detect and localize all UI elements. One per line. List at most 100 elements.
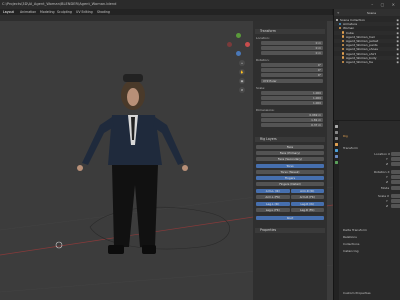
character-model xyxy=(77,74,188,254)
relations-header[interactable]: Relations xyxy=(343,235,357,239)
rig-layer-leg-l-fk[interactable]: Leg.L (FK) xyxy=(256,208,290,213)
visibility-eye-icon[interactable]: ◉ xyxy=(396,60,399,64)
navigation-gizmo[interactable] xyxy=(226,33,250,57)
object-type-icon xyxy=(339,27,342,30)
dimensions-x-field[interactable]: 0.969 m xyxy=(261,113,323,117)
scale-z-field[interactable]: 1.000 xyxy=(261,101,323,105)
pan-icon[interactable]: ✋ xyxy=(239,69,245,75)
rotation-mode-select[interactable]: XYZ Euler xyxy=(261,79,323,83)
transform-section-header[interactable]: Transform xyxy=(343,146,358,150)
outliner: ⏷ Scene Scene Collection ◉ Armature ◉ Woman ◉… xyxy=(333,9,400,120)
scale-z-label: Z xyxy=(386,204,389,208)
rig-layer-face-primary[interactable]: Face (Primary) xyxy=(256,151,324,156)
custom-properties-header[interactable]: Custom Properties xyxy=(343,291,371,295)
rig-layer-torso[interactable]: Torso xyxy=(256,164,324,169)
scale-y-label: Y xyxy=(386,199,388,203)
scale-x-field[interactable]: 1.000 xyxy=(261,91,323,95)
rig-layer-face-secondary[interactable]: Face (Secondary) xyxy=(256,157,324,162)
window-title: C:\Projects\3D\AI_Agent_Woman\BLENDER\Ag… xyxy=(2,2,117,6)
prop-location-x[interactable] xyxy=(391,152,400,156)
rig-layer-root[interactable]: Root xyxy=(256,216,324,221)
location-z-field[interactable]: 0 m xyxy=(261,51,323,55)
rig-layer-leg-r-fk[interactable]: Leg.R (FK) xyxy=(290,208,324,213)
prop-scale-z[interactable] xyxy=(391,204,400,208)
instancing-header[interactable]: Instancing xyxy=(343,249,359,253)
object-tab-icon[interactable] xyxy=(335,143,338,146)
collections-header[interactable]: Collections xyxy=(343,242,359,246)
rig-layer-arm-l-fk[interactable]: Arm.L (FK) xyxy=(256,195,290,200)
prop-location-y[interactable] xyxy=(391,157,400,161)
zoom-icon[interactable]: + xyxy=(239,60,245,66)
prop-scale-y[interactable] xyxy=(391,199,400,203)
prop-rotation-z[interactable] xyxy=(391,180,400,184)
outliner-item-label: Agent_Woman_tie xyxy=(346,60,374,64)
properties-editor: Rig Transform Location X Y Z Rotation X … xyxy=(333,121,400,300)
location-y-field[interactable]: 0 m xyxy=(261,46,323,50)
location-label: Location: xyxy=(256,36,270,40)
outliner-row[interactable]: Agent_Woman_tie ◉ xyxy=(334,60,400,64)
scale-label: Scale: xyxy=(256,86,266,90)
rig-circle xyxy=(89,206,230,250)
render-tab-icon[interactable] xyxy=(335,131,338,134)
prop-scale-x[interactable] xyxy=(391,194,400,198)
rotation-z-field[interactable]: 0° xyxy=(261,73,323,77)
view-layer-name[interactable]: Scene xyxy=(367,11,376,15)
physics-tab-icon[interactable] xyxy=(335,155,338,158)
rig-layer-arm-r-fk[interactable]: Arm.R (FK) xyxy=(290,195,324,200)
prop-rotation-x[interactable] xyxy=(391,170,400,174)
modifier-tab-icon[interactable] xyxy=(335,149,338,152)
rig-layer-arm-l-ik[interactable]: Arm.L (IK) xyxy=(256,189,290,194)
rotation-label: Rotation: xyxy=(256,58,270,62)
rig-layer-leg-l-ik[interactable]: Leg.L (IK) xyxy=(256,202,290,207)
object-type-icon xyxy=(342,39,345,43)
gizmo-z-axis[interactable] xyxy=(236,51,241,56)
object-type-icon xyxy=(342,60,345,64)
mode-label: Mode xyxy=(381,186,390,190)
rotation-z-label: Z xyxy=(386,180,389,184)
rotation-y-field[interactable]: 0° xyxy=(261,68,323,72)
object-type-icon xyxy=(342,52,345,55)
rotation-y-label: Y xyxy=(386,175,388,179)
rig-layer-torso-tweak[interactable]: Torso (Tweak) xyxy=(256,170,324,175)
properties-tabs xyxy=(334,121,339,300)
location-x-field[interactable]: 0 m xyxy=(261,41,323,45)
rig-layer-fingers-detail[interactable]: Fingers (Detail) xyxy=(256,182,324,187)
rig-layer-fingers[interactable]: Fingers xyxy=(256,176,324,181)
rotation-x-field[interactable]: 0° xyxy=(261,63,323,67)
properties-panel-header[interactable]: Properties xyxy=(255,228,325,233)
prop-rotation-mode[interactable] xyxy=(391,186,400,190)
prop-location-z[interactable] xyxy=(391,162,400,166)
close-button[interactable]: ✕ xyxy=(392,2,398,7)
data-tab-icon[interactable] xyxy=(335,161,338,164)
camera-view-icon[interactable]: ▣ xyxy=(239,78,245,84)
maximize-button[interactable]: ▢ xyxy=(381,2,388,7)
filter-icon[interactable]: ⏷ xyxy=(337,11,339,15)
dimensions-z-field[interactable]: 0.37 m xyxy=(261,123,323,127)
origin-marker xyxy=(55,241,63,249)
tool-tab-icon[interactable] xyxy=(335,125,338,128)
rig-layer-leg-r-ik[interactable]: Leg.R (IK) xyxy=(290,202,324,207)
minimize-button[interactable]: – xyxy=(371,2,376,7)
prop-rotation-y[interactable] xyxy=(391,175,400,179)
tab-animation[interactable]: Animation xyxy=(20,10,36,14)
tab-uv-editing[interactable]: UV Editing xyxy=(76,10,93,14)
rig-layer-arm-r-ik[interactable]: Arm.R (IK) xyxy=(290,189,324,194)
tab-modeling[interactable]: Modeling xyxy=(40,10,55,14)
tab-sculpting[interactable]: Sculpting xyxy=(57,10,72,14)
rig-layers-header[interactable]: Rig Layers xyxy=(255,137,325,142)
tab-shading[interactable]: Shading xyxy=(97,10,110,14)
gizmo-neg-x-axis[interactable] xyxy=(227,42,232,47)
gizmo-x-axis[interactable] xyxy=(245,42,250,47)
transform-panel-header[interactable]: Transform xyxy=(255,29,325,34)
object-type-icon xyxy=(336,18,339,22)
dimensions-y-field[interactable]: 1.81 m xyxy=(261,118,323,122)
gizmo-y-axis[interactable] xyxy=(236,33,241,38)
grid-toggle-icon[interactable]: # xyxy=(239,87,245,93)
rig-layer-face[interactable]: Face xyxy=(256,145,324,150)
delta-transform-header[interactable]: Delta Transform xyxy=(343,228,367,232)
scale-y-field[interactable]: 1.000 xyxy=(261,96,323,100)
tab-layout[interactable]: Layout xyxy=(3,10,14,14)
output-tab-icon[interactable] xyxy=(335,137,338,140)
location-z-label: Z xyxy=(386,162,389,166)
scale-x-label: Scale X xyxy=(378,194,390,198)
